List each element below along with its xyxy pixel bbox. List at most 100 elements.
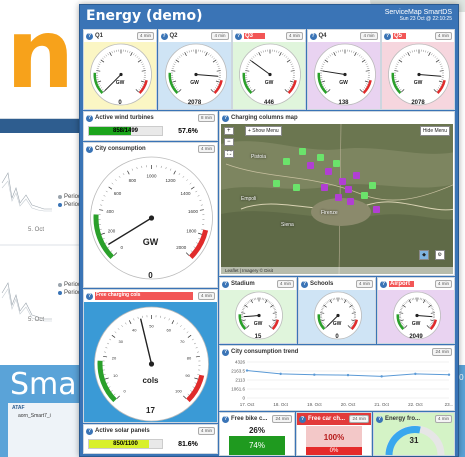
- map-marker[interactable]: [353, 172, 360, 179]
- widget-title: Stadium: [231, 281, 255, 287]
- gauge-widget-q3[interactable]: ? Q3 4 min GW 446: [232, 29, 306, 110]
- map-marker[interactable]: [373, 206, 380, 213]
- info-icon[interactable]: ?: [86, 145, 93, 153]
- window-title: Energy (demo): [86, 8, 203, 24]
- gauge-tick-label: 800: [129, 178, 137, 183]
- gauge-tick-label: 400: [106, 209, 114, 214]
- info-icon[interactable]: ?: [384, 32, 391, 40]
- info-icon[interactable]: ?: [301, 280, 308, 288]
- gauge-widget-stadium[interactable]: ? Stadium 4 min GW 15: [219, 277, 297, 344]
- background-smart-title: Sma: [10, 367, 77, 402]
- x-tick-label: 23...: [445, 402, 454, 407]
- info-icon[interactable]: ?: [309, 32, 317, 40]
- gauge-unit: GW: [115, 79, 125, 86]
- refresh-tag: 4 min: [276, 280, 294, 288]
- map-marker[interactable]: [273, 180, 280, 187]
- info-icon[interactable]: ?: [222, 280, 229, 288]
- energy-source-widget[interactable]: ? Energy fro... 4 min 31: [373, 412, 455, 456]
- map-marker[interactable]: [333, 160, 340, 167]
- gauge-hub: [417, 72, 421, 77]
- gauge-tick-label: 1800: [186, 228, 197, 233]
- gauge-value: 0: [118, 100, 122, 106]
- map-marker[interactable]: [339, 178, 346, 185]
- percent-label: 100%: [323, 433, 345, 442]
- map-canvas[interactable]: + − ⛶ + Show Menu Hide Menu Pistoia Fire…: [221, 124, 453, 274]
- info-icon[interactable]: ?: [86, 114, 93, 122]
- map-marker[interactable]: [317, 154, 324, 161]
- gauge-value: 0: [148, 271, 153, 280]
- refresh-tag: 24 min: [272, 415, 292, 423]
- zoom-in-button[interactable]: +: [224, 127, 234, 135]
- consumption-trend-widget[interactable]: ? City consumption trend 24 min 4326 2163…: [219, 345, 455, 411]
- charging-map-widget[interactable]: ? Charging columns map + − ⛶ + Show Menu…: [219, 111, 455, 276]
- trend-point: [313, 373, 316, 376]
- gauge-widget-q5[interactable]: ? Q5 4 min GW 2078: [381, 29, 455, 110]
- info-icon[interactable]: ?: [222, 114, 229, 122]
- gauge-hub: [342, 72, 347, 77]
- free-bike-widget[interactable]: ? Free bike c... 24 min 26% 74%: [219, 412, 295, 456]
- map-marker[interactable]: [293, 184, 300, 191]
- map-marker[interactable]: [361, 192, 368, 199]
- info-icon[interactable]: ?: [235, 32, 242, 40]
- map-marker[interactable]: [321, 184, 328, 191]
- info-icon[interactable]: ?: [86, 32, 93, 40]
- gauge-tick-label: 100: [175, 388, 182, 393]
- info-icon[interactable]: ?: [86, 292, 93, 300]
- info-icon[interactable]: ?: [222, 348, 229, 356]
- gauge-value: 15: [254, 334, 262, 340]
- map-marker[interactable]: [369, 182, 376, 189]
- map-settings-icon[interactable]: ⚙: [434, 250, 445, 260]
- map-marker[interactable]: [325, 168, 332, 175]
- widget-body: 850/1100 81.6%: [85, 437, 216, 452]
- widget-header: ? Energy fro... 4 min: [374, 413, 454, 425]
- gauge-hub: [257, 313, 261, 318]
- gauge-widget-q2[interactable]: ? Q2 4 min GW 2078: [157, 29, 232, 110]
- x-tick-label: 19. Oct: [307, 402, 322, 407]
- map-marker[interactable]: [345, 186, 352, 193]
- refresh-tag: 4 min: [197, 292, 215, 300]
- info-icon[interactable]: ?: [376, 415, 383, 423]
- background-app-title: n: [0, 0, 90, 110]
- map-marker[interactable]: [299, 148, 306, 155]
- gauge-hub: [268, 72, 272, 77]
- charging-cols-widget[interactable]: ? Free charging cols 4 min 0 10 20 30 40 50 60…: [83, 289, 218, 423]
- gauge-tick-label: 20: [112, 356, 117, 361]
- hide-menu-button[interactable]: Hide Menu: [419, 126, 450, 136]
- map-marker[interactable]: [347, 198, 354, 205]
- widget-title: City consumption trend: [231, 349, 299, 355]
- gauge-hub: [148, 215, 155, 221]
- widget-header: ? City consumption trend 24 min: [220, 346, 454, 358]
- gauge-value: 31: [409, 436, 419, 445]
- widget-title: City consumption: [95, 146, 146, 152]
- gauge-hub: [336, 313, 340, 318]
- widget-body: GW 2078: [383, 42, 453, 108]
- fullscreen-icon[interactable]: ⛶: [224, 150, 235, 158]
- widget-title: Energy fro...: [385, 416, 421, 422]
- layers-icon[interactable]: ◆: [419, 250, 429, 260]
- trend-chart: 4326 2163.5 2113 1061.6 017. Oct 18. Oct 19. O…: [231, 360, 454, 408]
- gauge-widget-q1[interactable]: ? Q1 4 min GW 0: [83, 29, 157, 110]
- gauge-widget-airport[interactable]: ? Airport 4 min GW 2049: [377, 277, 455, 344]
- show-menu-button[interactable]: + Show Menu: [245, 126, 282, 136]
- wind-turbines-widget[interactable]: ? Active wind turbines 8 min 858/1499 57…: [83, 111, 218, 141]
- info-icon[interactable]: ?: [222, 415, 229, 423]
- gauge-value: 446: [263, 100, 274, 106]
- map-marker[interactable]: [283, 158, 290, 165]
- solar-panels-widget[interactable]: ? Active solar panels 4 min 850/1100 81.…: [83, 424, 218, 454]
- gauge-value: 0: [335, 334, 339, 340]
- zoom-out-button[interactable]: −: [224, 138, 234, 146]
- city-consumption-widget[interactable]: ? City consumption 4 min 0 200 400 600 800 10…: [83, 142, 218, 288]
- info-icon[interactable]: ?: [380, 280, 387, 288]
- info-icon[interactable]: ?: [160, 32, 168, 40]
- gauge-widget-schools[interactable]: ? Schools 4 min GW 0: [298, 277, 376, 344]
- info-icon[interactable]: ?: [299, 415, 306, 423]
- gauge-widget-q4[interactable]: ? Q4 4 min GW 138: [306, 29, 381, 110]
- info-icon[interactable]: ?: [86, 427, 93, 435]
- free-car-widget[interactable]: ? Free car ch... 24 min 100% 0%: [296, 412, 372, 456]
- progress-percent: 81.6%: [178, 440, 198, 448]
- map-place-label: Firenze: [321, 210, 338, 216]
- map-marker[interactable]: [307, 162, 314, 169]
- map-marker[interactable]: [335, 194, 342, 201]
- refresh-tag: 8 min: [197, 114, 215, 122]
- widget-header: ? Stadium 4 min: [220, 278, 296, 290]
